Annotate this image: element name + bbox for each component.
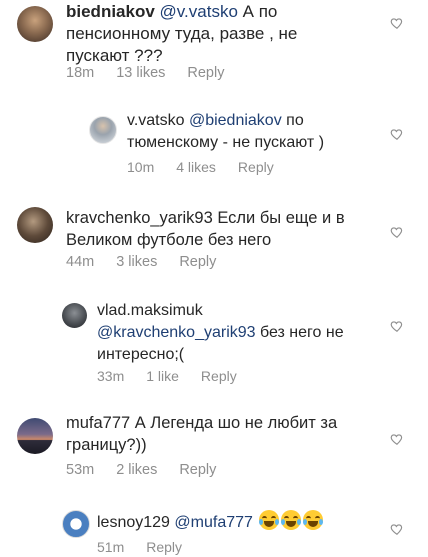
comment-body-line2: пенсионному туда, разве , не xyxy=(66,24,298,43)
comment-kravchenko-yarik93: kravchenko_yarik93 Если бы еще и в Велик… xyxy=(0,198,428,283)
heart-icon[interactable] xyxy=(390,225,404,239)
username[interactable]: vlad.maksimuk xyxy=(97,302,203,319)
timestamp: 53m xyxy=(66,462,95,478)
comment-mufa777: mufa777 А Легенда шо не любит за границу… xyxy=(0,402,428,487)
comment-v-vatsko: v.vatsko @biedniakov по тюменскому - не … xyxy=(0,100,428,188)
heart-icon[interactable] xyxy=(390,522,404,536)
comment-body-line1: А Легенда шо не любит за xyxy=(130,414,338,432)
comment-text: mufa777 А Легенда шо не любит за границу… xyxy=(66,412,386,456)
heart-icon[interactable] xyxy=(390,432,404,446)
reply-button[interactable]: Reply xyxy=(187,65,224,81)
mention-link[interactable]: @biedniakov xyxy=(189,112,282,129)
comment-body-line2: Великом футболе без него xyxy=(66,231,272,249)
comment-body-line1: А по xyxy=(237,2,278,21)
comment-body-line2: границу?)) xyxy=(66,436,147,454)
timestamp: 33m xyxy=(97,368,125,384)
avatar[interactable] xyxy=(62,303,87,328)
comment-body-line2: интересно;( xyxy=(97,346,185,363)
comment-meta: 10m 4 likes Reply xyxy=(127,159,274,175)
likes-count[interactable]: 4 likes xyxy=(176,159,216,175)
comment-vlad-maksimuk: vlad.maksimuk @kravchenko_yarik93 без не… xyxy=(0,292,428,392)
timestamp: 10m xyxy=(127,159,155,175)
mention-link[interactable]: @v.vatsko xyxy=(160,2,238,21)
heart-icon[interactable] xyxy=(390,16,404,30)
comment-meta: 51m Reply xyxy=(97,539,182,555)
comment-body-line1: по xyxy=(281,112,304,129)
reply-button[interactable]: Reply xyxy=(179,254,216,270)
reply-button[interactable]: Reply xyxy=(146,539,182,555)
timestamp: 18m xyxy=(66,65,95,81)
comment-text: vlad.maksimuk @kravchenko_yarik93 без не… xyxy=(97,300,392,366)
comment-text: kravchenko_yarik93 Если бы еще и в Велик… xyxy=(66,207,396,251)
comment-biedniakov: biedniakov @v.vatsko А по пенсионному ту… xyxy=(0,0,428,95)
likes-count[interactable]: 3 likes xyxy=(116,254,157,270)
heart-icon[interactable] xyxy=(390,127,404,141)
comment-text: biedniakov @v.vatsko А по пенсионному ту… xyxy=(66,1,386,67)
comment-body-line1: без него не xyxy=(255,324,344,341)
timestamp: 51m xyxy=(97,539,125,555)
likes-count[interactable]: 2 likes xyxy=(116,462,157,478)
likes-count[interactable]: 1 like xyxy=(146,368,179,384)
comment-meta: 33m 1 like Reply xyxy=(97,368,237,384)
comment-body-line2: тюменскому - не пускают ) xyxy=(127,134,325,151)
mention-link[interactable]: @kravchenko_yarik93 xyxy=(97,324,256,341)
mention-link[interactable]: @mufa777 xyxy=(174,514,253,531)
avatar[interactable] xyxy=(17,418,53,454)
comment-lesnoy129: lesnoy129 @mufa777 51m Reply xyxy=(0,500,428,557)
reply-button[interactable]: Reply xyxy=(238,159,274,175)
username[interactable]: mufa777 xyxy=(66,414,130,432)
tears-of-joy-emoji xyxy=(257,510,324,531)
username[interactable]: kravchenko_yarik93 xyxy=(66,209,213,227)
comment-text: lesnoy129 @mufa777 xyxy=(97,510,387,534)
comment-body-line1: Если бы еще и в xyxy=(212,209,345,227)
avatar[interactable] xyxy=(17,6,53,42)
comment-meta: 53m 2 likes Reply xyxy=(66,462,216,478)
avatar[interactable] xyxy=(17,207,53,243)
timestamp: 44m xyxy=(66,254,95,270)
reply-button[interactable]: Reply xyxy=(179,462,216,478)
heart-icon[interactable] xyxy=(390,319,404,333)
comment-meta: 18m 13 likes Reply xyxy=(66,65,224,81)
reply-button[interactable]: Reply xyxy=(201,368,237,384)
username[interactable]: lesnoy129 xyxy=(97,514,170,531)
likes-count[interactable]: 13 likes xyxy=(116,65,165,81)
avatar[interactable] xyxy=(62,510,90,538)
comment-body-line3: пускают ??? xyxy=(66,46,163,65)
username[interactable]: v.vatsko xyxy=(127,112,185,129)
avatar[interactable] xyxy=(89,116,117,144)
username[interactable]: biedniakov xyxy=(66,2,155,21)
comment-text: v.vatsko @biedniakov по тюменскому - не … xyxy=(127,110,387,154)
comment-meta: 44m 3 likes Reply xyxy=(66,254,216,270)
